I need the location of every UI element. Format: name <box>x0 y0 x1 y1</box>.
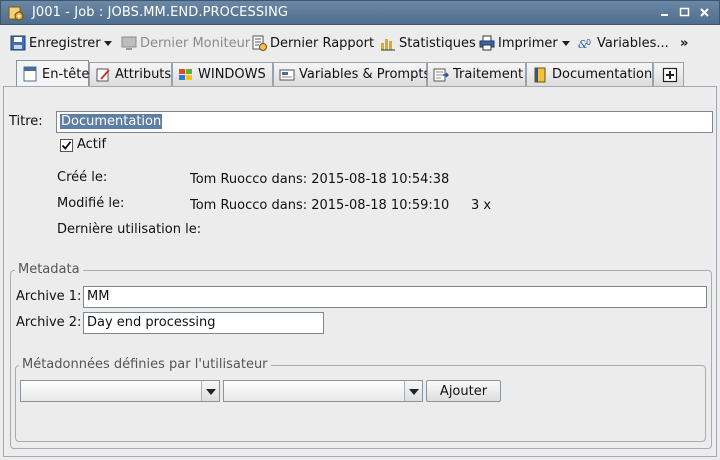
active-checkbox[interactable] <box>60 139 73 152</box>
monitor-icon <box>121 36 137 50</box>
active-label: Actif <box>77 137 107 152</box>
created-value: Tom Ruocco dans: 2015-08-18 10:54:38 <box>190 172 450 187</box>
add-button-label: Ajouter <box>439 383 488 399</box>
statistics-label: Statistiques <box>399 35 476 51</box>
modified-label: Modifié le: <box>57 196 125 211</box>
variables-icon: & 0 <box>578 38 591 51</box>
save-dropdown-arrow[interactable] <box>104 41 112 46</box>
job-gear-icon <box>8 6 24 21</box>
tab-add[interactable] <box>653 62 684 86</box>
tab-header[interactable]: En-tête <box>16 60 89 87</box>
last-report-label: Dernier Rapport <box>270 35 375 51</box>
minimize-icon <box>661 14 668 16</box>
tab-documentation-label: Documentation <box>552 67 653 82</box>
title-input[interactable]: Documentation <box>56 111 713 133</box>
metadata-value-select[interactable] <box>223 380 423 402</box>
chevron-down-icon <box>201 381 219 401</box>
printer-icon <box>479 35 495 51</box>
save-button[interactable]: Enregistrer <box>10 33 101 53</box>
tab-windows[interactable]: WINDOWS <box>172 62 273 86</box>
print-label: Imprimer <box>498 35 558 51</box>
bar-chart-icon <box>381 39 395 51</box>
user-metadata-group-title: Métadonnées définies par l'utilisateur <box>19 357 271 372</box>
tab-attributes[interactable]: Attributs <box>89 62 172 86</box>
checkmark-icon <box>61 141 72 150</box>
archive1-value: MM <box>87 289 110 304</box>
metadata-group-title: Metadata <box>15 262 83 277</box>
last-report-button[interactable]: Dernier Rapport <box>251 33 374 53</box>
add-button[interactable]: Ajouter <box>426 380 501 402</box>
archive1-input[interactable]: MM <box>83 286 707 308</box>
variables-button[interactable]: & 0 Variables... <box>578 33 669 53</box>
tab-documentation[interactable]: Documentation <box>526 62 653 86</box>
statistics-button[interactable]: Statistiques <box>380 33 476 53</box>
windows-icon <box>179 68 192 80</box>
tab-header-label: En-tête <box>42 66 90 82</box>
main-toolbar: Enregistrer Dernier Moniteur Dernier Rap… <box>0 30 720 56</box>
title-label: Titre: <box>9 114 43 129</box>
print-dropdown-arrow[interactable] <box>562 41 570 46</box>
tab-attributes-label: Attributs <box>115 67 172 82</box>
tab-processing[interactable]: Traitement <box>427 62 526 86</box>
minimize-button[interactable] <box>656 4 673 21</box>
chevron-down-icon <box>404 381 422 401</box>
created-label: Créé le: <box>57 170 108 185</box>
maximize-button[interactable] <box>676 4 693 21</box>
tab-variables-prompts-label: Variables & Prompts <box>299 67 431 82</box>
user-metadata-group: Métadonnées définies par l'utilisateur A… <box>15 357 706 442</box>
tab-windows-label: WINDOWS <box>198 67 266 82</box>
attributes-icon <box>96 68 110 81</box>
title-input-value: Documentation <box>60 114 163 129</box>
close-button[interactable] <box>696 4 713 21</box>
metadata-key-select[interactable] <box>20 380 220 402</box>
documentation-icon <box>534 67 546 82</box>
report-icon <box>252 35 267 51</box>
last-monitor-button[interactable]: Dernier Moniteur <box>121 33 250 53</box>
maximize-icon <box>679 7 690 17</box>
tab-variables-prompts[interactable]: Variables & Prompts <box>273 62 431 86</box>
floppy-disk-icon <box>10 35 26 51</box>
archive2-label: Archive 2: <box>16 315 82 330</box>
archive2-value: Day end processing <box>87 315 216 330</box>
last-used-label: Dernière utilisation le: <box>57 222 202 237</box>
processing-icon <box>433 68 449 81</box>
header-icon <box>23 66 37 82</box>
overflow-label: » <box>680 35 689 51</box>
header-panel: Titre: Documentation Actif Créé le: Tom … <box>3 86 717 457</box>
window-title: J001 - Job : JOBS.MM.END.PROCESSING <box>32 5 289 20</box>
modified-value: Tom Ruocco dans: 2015-08-18 10:59:10 <box>190 198 450 213</box>
svg-text:0: 0 <box>586 38 591 47</box>
last-monitor-label: Dernier Moniteur <box>140 35 251 51</box>
archive1-label: Archive 1: <box>16 289 82 304</box>
archive2-input[interactable]: Day end processing <box>83 312 324 334</box>
print-button[interactable]: Imprimer <box>479 33 558 53</box>
toolbar-overflow-button[interactable]: » <box>680 33 688 53</box>
close-icon <box>700 8 709 17</box>
modified-count: 3 x <box>471 198 492 213</box>
window-titlebar[interactable]: J001 - Job : JOBS.MM.END.PROCESSING <box>0 0 720 25</box>
tab-bar: En-tête Attributs WINDOWS Variables & Pr… <box>0 60 720 87</box>
add-tab-icon <box>662 67 678 82</box>
tab-processing-label: Traitement <box>453 67 524 82</box>
save-label: Enregistrer <box>29 35 101 51</box>
variables-label: Variables... <box>597 35 669 51</box>
variables-prompts-icon <box>279 69 295 80</box>
metadata-group: Metadata Archive 1: MM Archive 2: Day en… <box>10 262 712 449</box>
